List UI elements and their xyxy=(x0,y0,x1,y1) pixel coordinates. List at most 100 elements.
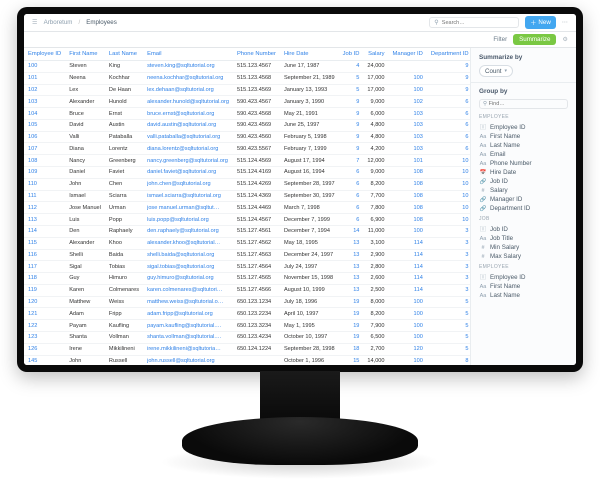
table-row[interactable]: 126IreneMikkilineniirene.mikkilineni@sql… xyxy=(24,343,470,355)
table-row[interactable]: 107DianaLorentzdiana.lorentz@sqltutorial… xyxy=(24,143,470,155)
group-search[interactable]: ⚲ xyxy=(479,99,568,109)
group-field[interactable]: 🔗Job ID xyxy=(479,177,568,186)
table-row[interactable]: 103AlexanderHunoldalexander.hunold@sqltu… xyxy=(24,96,470,108)
group-field[interactable]: #Min Salary xyxy=(479,243,568,252)
cell-sal: 24,000 xyxy=(363,61,388,73)
table-row[interactable]: 109DanielFavietdaniel.faviet@sqltutorial… xyxy=(24,167,470,179)
cell-dep: 5 xyxy=(427,343,470,355)
cell-ln: Weiss xyxy=(105,296,143,308)
group-field[interactable]: 🄸Job ID xyxy=(479,224,568,234)
cell-dep: 6 xyxy=(427,143,470,155)
breadcrumb-table[interactable]: Employees xyxy=(86,19,117,26)
col-mgr[interactable]: Manager ID xyxy=(389,48,427,61)
group-field[interactable]: AaLast Name xyxy=(479,141,568,150)
table-row[interactable]: 122PayamKauflingpayam.kaufling@sqltutori… xyxy=(24,320,470,332)
cell-id: 106 xyxy=(24,131,65,143)
group-field[interactable]: AaPhone Number xyxy=(479,159,568,168)
table-row[interactable]: 100StevenKingsteven.king@sqltutorial.org… xyxy=(24,61,470,73)
cell-fn: Bruce xyxy=(65,108,105,120)
cell-fn: Guy xyxy=(65,273,105,285)
col-hd[interactable]: Hire Date xyxy=(280,48,339,61)
cell-hd: April 10, 1997 xyxy=(280,308,339,320)
cell-ph: 650.123.3234 xyxy=(233,320,280,332)
col-ln[interactable]: Last Name xyxy=(105,48,143,61)
cell-fn: John xyxy=(65,355,105,365)
group-field[interactable]: 🄸Employee ID xyxy=(479,272,568,282)
filter-button[interactable]: Filter xyxy=(493,36,507,43)
summarize-button[interactable]: Summarize xyxy=(513,34,556,45)
col-dep[interactable]: Department ID xyxy=(427,48,470,61)
table-row[interactable]: 115AlexanderKhooalexander.khoo@sqltutori… xyxy=(24,237,470,249)
table-row[interactable]: 118GuyHimuroguy.himuro@sqltutorial.org51… xyxy=(24,273,470,285)
table-wrap: Employee IDFirst NameLast NameEmailPhone… xyxy=(24,48,470,365)
col-id[interactable]: Employee ID xyxy=(24,48,65,61)
cell-id: 103 xyxy=(24,96,65,108)
gear-icon[interactable]: ⚙ xyxy=(562,36,568,43)
table-row[interactable]: 108NancyGreenbergnancy.greenberg@sqltuto… xyxy=(24,155,470,167)
group-field[interactable]: 🄸Employee ID xyxy=(479,122,568,132)
overflow-icon[interactable]: ⋯ xyxy=(562,19,568,26)
field-type-icon: 🔗 xyxy=(479,179,487,185)
col-ph[interactable]: Phone Number xyxy=(233,48,280,61)
col-jid[interactable]: Job ID xyxy=(339,48,364,61)
table-row[interactable]: 106ValliPataballavalli.pataballa@sqltuto… xyxy=(24,131,470,143)
search-field[interactable] xyxy=(442,20,512,26)
group-field[interactable]: AaJob Title xyxy=(479,234,568,243)
cell-hd: May 1, 1995 xyxy=(280,320,339,332)
cell-mgr: 108 xyxy=(389,190,427,202)
table-row[interactable]: 121AdamFrippadam.fripp@sqltutorial.org65… xyxy=(24,308,470,320)
cell-hd: May 21, 1991 xyxy=(280,108,339,120)
table-row[interactable]: 114DenRaphaelyden.raphaely@sqltutorial.o… xyxy=(24,225,470,237)
breadcrumb-sep: / xyxy=(78,19,80,26)
breadcrumb-db[interactable]: Arboretum xyxy=(44,19,73,26)
table-row[interactable]: 101NeenaKochharneena.kochhar@sqltutorial… xyxy=(24,72,470,84)
search-input[interactable]: ⚲ xyxy=(429,17,519,28)
col-fn[interactable]: First Name xyxy=(65,48,105,61)
cell-mgr: 114 xyxy=(389,261,427,273)
cell-ph: 515.123.4569 xyxy=(233,84,280,96)
cell-mgr: 108 xyxy=(389,167,427,179)
group-field[interactable]: 🔗Manager ID xyxy=(479,195,568,204)
group-field[interactable]: AaLast Name xyxy=(479,291,568,300)
cell-em: karen.colmenares@sqltutori… xyxy=(143,284,233,296)
col-em[interactable]: Email xyxy=(143,48,233,61)
col-sal[interactable]: Salary xyxy=(363,48,388,61)
table-row[interactable]: 119KarenColmenareskaren.colmenares@sqltu… xyxy=(24,284,470,296)
cell-hd: December 24, 1997 xyxy=(280,249,339,261)
table-row[interactable]: 102LexDe Haanlex.dehaan@sqltutorial.org5… xyxy=(24,84,470,96)
table-row[interactable]: 112Jose ManuelUrmanjose manuel.urman@sql… xyxy=(24,202,470,214)
cell-fn: Nancy xyxy=(65,155,105,167)
table-row[interactable]: 110JohnChenjohn.chen@sqltutorial.org515.… xyxy=(24,178,470,190)
menu-icon[interactable]: ☰ xyxy=(32,19,38,26)
group-search-field[interactable] xyxy=(489,101,554,107)
monitor-bezel: ☰ Arboretum / Employees ⚲ ＋ New ⋯ Filter… xyxy=(17,7,583,372)
new-button[interactable]: ＋ New xyxy=(525,16,556,29)
table-row[interactable]: 117SigalTobiassigal.tobias@sqltutorial.o… xyxy=(24,261,470,273)
group-field[interactable]: #Salary xyxy=(479,186,568,195)
cell-dep: 8 xyxy=(427,355,470,365)
table-row[interactable]: 120MatthewWeissmatthew.weiss@sqltutorial… xyxy=(24,296,470,308)
table-row[interactable]: 145JohnRusselljohn.russell@sqltutorial.o… xyxy=(24,355,470,365)
cell-id: 118 xyxy=(24,273,65,285)
group-field[interactable]: #Max Salary xyxy=(479,252,568,261)
cell-fn: Ismael xyxy=(65,190,105,202)
group-field[interactable]: 🔗Department ID xyxy=(479,204,568,213)
table-row[interactable]: 123ShantaVollmanshanta.vollman@sqltutori… xyxy=(24,331,470,343)
table-row[interactable]: 113LuisPoppluis.popp@sqltutorial.org515.… xyxy=(24,214,470,226)
field-label: Salary xyxy=(490,187,508,194)
group-field[interactable]: AaFirst Name xyxy=(479,282,568,291)
cell-jid: 13 xyxy=(339,284,364,296)
table-row[interactable]: 104BruceErnstbruce.ernst@sqltutorial.org… xyxy=(24,108,470,120)
search-icon: ⚲ xyxy=(483,101,487,107)
cell-hd: February 5, 1998 xyxy=(280,131,339,143)
table-row[interactable]: 105DavidAustindavid.austin@sqltutorial.o… xyxy=(24,119,470,131)
table-row[interactable]: 111IsmaelSciarraismael.sciarra@sqltutori… xyxy=(24,190,470,202)
group-field[interactable]: 📅Hire Date xyxy=(479,168,568,177)
cell-dep: 3 xyxy=(427,273,470,285)
group-field[interactable]: AaFirst Name xyxy=(479,132,568,141)
cell-ln: Vollman xyxy=(105,331,143,343)
cell-mgr: 100 xyxy=(389,84,427,96)
table-row[interactable]: 116ShelliBaidashelli.baida@sqltutorial.o… xyxy=(24,249,470,261)
summarize-metric-pill[interactable]: Count ▾ xyxy=(479,65,513,77)
group-field[interactable]: AaEmail xyxy=(479,150,568,159)
